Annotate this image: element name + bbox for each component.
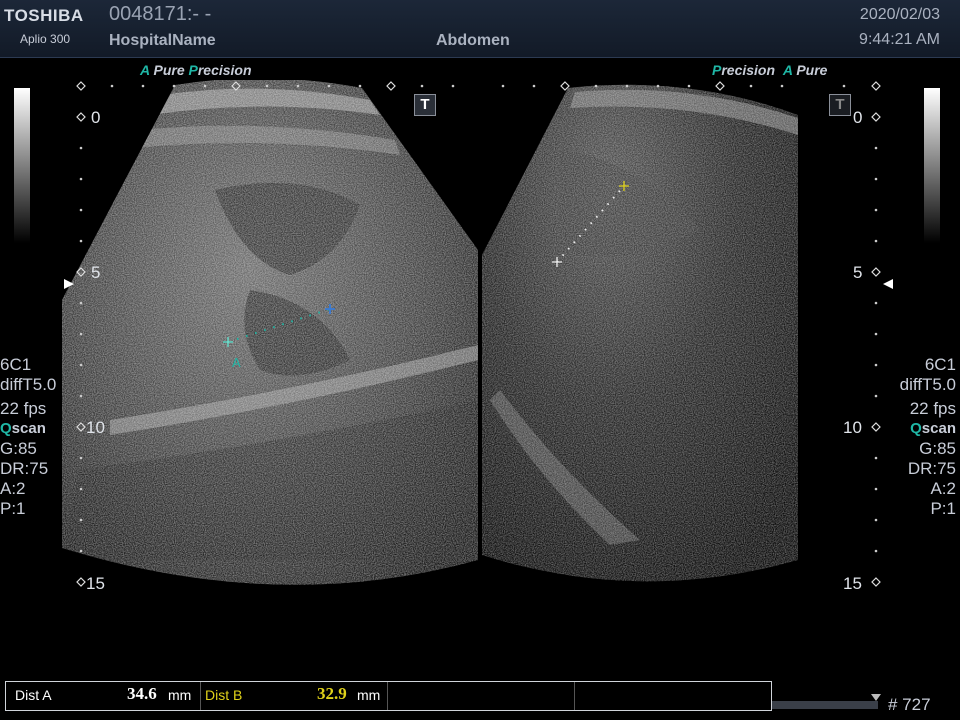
model-name: Aplio 300	[20, 32, 71, 46]
left-scan-image	[62, 80, 478, 585]
left-dr: DR:75	[0, 459, 49, 478]
exam-preset: Abdomen	[436, 32, 510, 49]
right-depth-0: 0	[853, 108, 863, 127]
dist-a-unit: mm	[168, 687, 192, 703]
dist-a-cell[interactable]: Dist A 34.6 mm	[6, 682, 201, 710]
frame-counter: # 727	[888, 695, 931, 714]
right-p: P:1	[930, 499, 956, 518]
right-fps: 22 fps	[909, 399, 956, 418]
left-params: 6C1 diffT5.0 22 fps Qscan G:85 DR:75 A:2…	[0, 355, 56, 519]
left-depth-15: 15	[86, 574, 105, 593]
right-gain: G:85	[919, 439, 956, 458]
left-depth-10: 10	[86, 418, 105, 437]
ultrasound-canvas	[62, 80, 893, 587]
right-probe: 6C1	[924, 355, 956, 374]
header-bar: TOSHIBA Aplio 300 0048171:- - HospitalNa…	[0, 0, 960, 58]
dist-a-label: Dist A	[15, 687, 52, 703]
hospital-name: HospitalName	[109, 32, 216, 49]
right-depth-10: 10	[843, 418, 862, 437]
right-t-icon[interactable]: T	[829, 94, 851, 116]
left-probe: 6C1	[0, 355, 32, 374]
right-params: 6C1 diffT5.0 22 fps Qscan G:85 DR:75 A:2…	[900, 355, 956, 519]
dist-b-cell[interactable]: Dist B 32.9 mm	[201, 682, 388, 710]
exam-time: 9:44:21 AM	[859, 31, 940, 48]
dist-b-label: Dist B	[205, 687, 243, 703]
left-gain: G:85	[0, 439, 37, 458]
left-qscan: Qscan	[0, 420, 46, 437]
right-mode: diffT5.0	[899, 375, 956, 394]
left-a: A:2	[0, 479, 26, 498]
measurement-cell-empty-1	[388, 682, 575, 710]
left-grayscale-bar	[14, 88, 30, 243]
right-grayscale-bar	[924, 88, 940, 243]
measurement-cell-empty-2	[575, 682, 770, 710]
left-depth-0: 0	[91, 108, 101, 127]
measurement-bar: Dist A 34.6 mm Dist B 32.9 mm	[5, 681, 772, 711]
exam-date: 2020/02/03	[859, 6, 940, 23]
right-depth-5: 5	[853, 263, 863, 282]
left-depth-5: 5	[91, 263, 101, 282]
dist-a-value: 34.6	[127, 684, 157, 703]
right-qscan: Qscan	[910, 420, 956, 437]
right-focus-marker[interactable]	[883, 279, 893, 289]
dist-b-unit: mm	[357, 687, 381, 703]
left-p: P:1	[0, 499, 26, 518]
left-fps: 22 fps	[0, 399, 47, 418]
left-image-mode-label: A Pure Precision	[140, 62, 252, 78]
cine-position-marker[interactable]	[871, 694, 883, 702]
left-t-icon[interactable]: T	[414, 94, 436, 116]
right-depth-15: 15	[843, 574, 862, 593]
patient-id: 0048171:- -	[109, 3, 212, 25]
brand-logo: TOSHIBA	[4, 6, 84, 25]
right-image-mode-label: Precision A Pure	[712, 62, 828, 78]
dist-b-value: 32.9	[317, 684, 347, 703]
right-scan-image	[482, 84, 798, 582]
cine-scrollbar[interactable]	[772, 701, 878, 709]
right-a: A:2	[930, 479, 956, 498]
caliper-a-label: A	[232, 355, 241, 370]
left-mode: diffT5.0	[0, 375, 57, 394]
right-dr: DR:75	[907, 459, 956, 478]
